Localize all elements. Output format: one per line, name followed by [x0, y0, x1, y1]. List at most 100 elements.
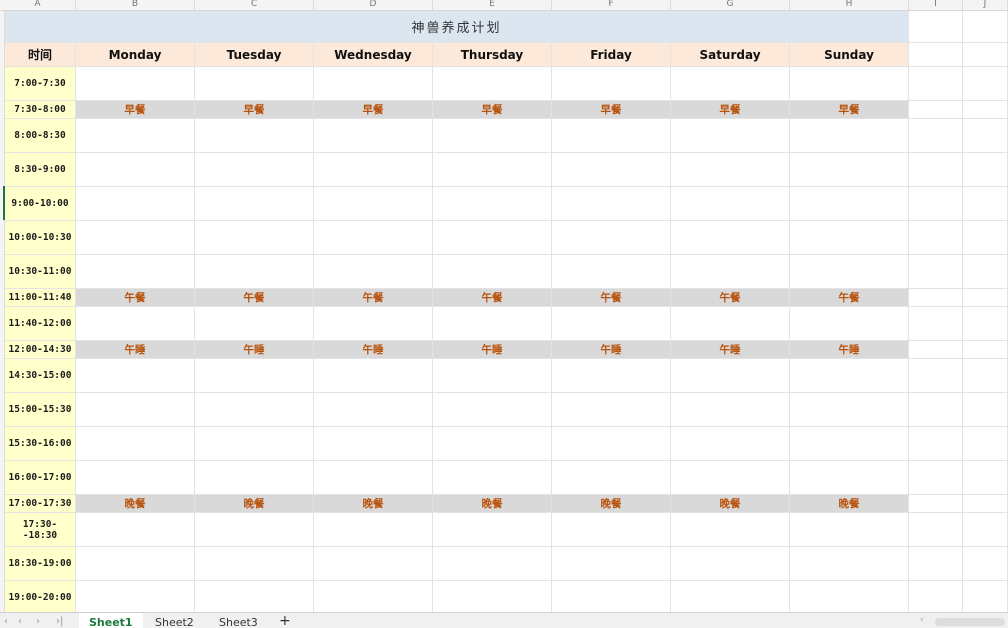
- empty-cell[interactable]: [963, 547, 1008, 581]
- sheet-tab-sheet1[interactable]: Sheet1: [79, 613, 143, 628]
- day-header-saturday[interactable]: Saturday: [671, 43, 790, 67]
- schedule-cell[interactable]: [76, 547, 195, 581]
- schedule-cell[interactable]: [314, 153, 433, 187]
- empty-cell[interactable]: [909, 359, 963, 393]
- schedule-cell[interactable]: [433, 187, 552, 221]
- last-sheet-icon[interactable]: ›|: [56, 616, 63, 627]
- schedule-cell[interactable]: [552, 221, 671, 255]
- schedule-cell[interactable]: [552, 153, 671, 187]
- time-slot-cell[interactable]: 7:30-8:00: [5, 101, 76, 119]
- meal-cell[interactable]: 午餐: [790, 289, 909, 307]
- scroll-left-icon[interactable]: ‹: [920, 615, 924, 625]
- empty-cell[interactable]: [963, 119, 1008, 153]
- column-header-d[interactable]: D: [314, 0, 433, 10]
- empty-cell[interactable]: [963, 153, 1008, 187]
- schedule-cell[interactable]: [552, 547, 671, 581]
- meal-cell[interactable]: 早餐: [433, 101, 552, 119]
- empty-cell[interactable]: [909, 513, 963, 547]
- schedule-cell[interactable]: [314, 393, 433, 427]
- column-header-j[interactable]: J: [963, 0, 1008, 10]
- schedule-cell[interactable]: [76, 153, 195, 187]
- column-header-i[interactable]: I: [909, 0, 963, 10]
- time-slot-cell[interactable]: 19:00-20:00: [5, 581, 76, 612]
- time-slot-cell[interactable]: 7:00-7:30: [5, 67, 76, 101]
- schedule-cell[interactable]: [671, 461, 790, 495]
- empty-cell[interactable]: [963, 255, 1008, 289]
- schedule-cell[interactable]: [671, 153, 790, 187]
- schedule-cell[interactable]: [671, 307, 790, 341]
- empty-cell[interactable]: [963, 427, 1008, 461]
- column-header-g[interactable]: G: [671, 0, 790, 10]
- time-column-header[interactable]: 时间: [5, 43, 76, 67]
- schedule-cell[interactable]: [790, 581, 909, 612]
- schedule-cell[interactable]: [552, 427, 671, 461]
- meal-cell[interactable]: 早餐: [314, 101, 433, 119]
- meal-cell[interactable]: 早餐: [671, 101, 790, 119]
- empty-cell[interactable]: [909, 495, 963, 513]
- empty-cell[interactable]: [963, 495, 1008, 513]
- meal-cell[interactable]: 晚餐: [671, 495, 790, 513]
- schedule-cell[interactable]: [552, 255, 671, 289]
- schedule-cell[interactable]: [671, 427, 790, 461]
- schedule-cell[interactable]: [552, 187, 671, 221]
- column-header-a[interactable]: A: [0, 0, 76, 10]
- schedule-cell[interactable]: [195, 119, 314, 153]
- meal-cell[interactable]: 晚餐: [76, 495, 195, 513]
- schedule-cell[interactable]: [671, 547, 790, 581]
- schedule-cell[interactable]: [552, 307, 671, 341]
- time-slot-cell[interactable]: 8:30-9:00: [5, 153, 76, 187]
- column-header-e[interactable]: E: [433, 0, 552, 10]
- schedule-cell[interactable]: [671, 255, 790, 289]
- schedule-cell[interactable]: [552, 461, 671, 495]
- meal-cell[interactable]: 午睡: [552, 341, 671, 359]
- schedule-cell[interactable]: [552, 513, 671, 547]
- schedule-cell[interactable]: [314, 119, 433, 153]
- empty-cell[interactable]: [963, 581, 1008, 612]
- schedule-cell[interactable]: [433, 393, 552, 427]
- column-header-b[interactable]: B: [76, 0, 195, 10]
- empty-cell[interactable]: [963, 11, 1008, 43]
- schedule-cell[interactable]: [195, 513, 314, 547]
- time-slot-cell[interactable]: 15:00-15:30: [5, 393, 76, 427]
- schedule-cell[interactable]: [195, 187, 314, 221]
- empty-cell[interactable]: [963, 221, 1008, 255]
- empty-cell[interactable]: [963, 307, 1008, 341]
- meal-cell[interactable]: 午睡: [433, 341, 552, 359]
- meal-cell[interactable]: 晚餐: [195, 495, 314, 513]
- schedule-cell[interactable]: [314, 187, 433, 221]
- empty-cell[interactable]: [909, 43, 963, 67]
- schedule-cell[interactable]: [195, 547, 314, 581]
- day-header-tuesday[interactable]: Tuesday: [195, 43, 314, 67]
- empty-cell[interactable]: [909, 101, 963, 119]
- add-sheet-button[interactable]: +: [279, 613, 291, 628]
- schedule-cell[interactable]: [76, 221, 195, 255]
- schedule-cell[interactable]: [790, 547, 909, 581]
- meal-cell[interactable]: 早餐: [552, 101, 671, 119]
- meal-cell[interactable]: 晚餐: [433, 495, 552, 513]
- schedule-cell[interactable]: [195, 581, 314, 612]
- day-header-thursday[interactable]: Thursday: [433, 43, 552, 67]
- time-slot-cell[interactable]: 12:00-14:30: [5, 341, 76, 359]
- empty-cell[interactable]: [909, 67, 963, 101]
- empty-cell[interactable]: [909, 11, 963, 43]
- schedule-cell[interactable]: [433, 255, 552, 289]
- schedule-cell[interactable]: [671, 581, 790, 612]
- column-header-c[interactable]: C: [195, 0, 314, 10]
- schedule-cell[interactable]: [314, 581, 433, 612]
- schedule-cell[interactable]: [552, 393, 671, 427]
- schedule-cell[interactable]: [790, 255, 909, 289]
- time-slot-cell[interactable]: 17:30--18:30: [5, 513, 76, 547]
- schedule-cell[interactable]: [195, 427, 314, 461]
- schedule-cell[interactable]: [195, 359, 314, 393]
- schedule-cell[interactable]: [433, 359, 552, 393]
- meal-cell[interactable]: 早餐: [195, 101, 314, 119]
- day-header-friday[interactable]: Friday: [552, 43, 671, 67]
- schedule-cell[interactable]: [790, 393, 909, 427]
- prev-sheet-icon[interactable]: ‹: [18, 616, 22, 627]
- meal-cell[interactable]: 午餐: [76, 289, 195, 307]
- time-slot-cell[interactable]: 11:00-11:40: [5, 289, 76, 307]
- empty-cell[interactable]: [963, 393, 1008, 427]
- schedule-cell[interactable]: [671, 221, 790, 255]
- empty-cell[interactable]: [909, 547, 963, 581]
- empty-cell[interactable]: [909, 427, 963, 461]
